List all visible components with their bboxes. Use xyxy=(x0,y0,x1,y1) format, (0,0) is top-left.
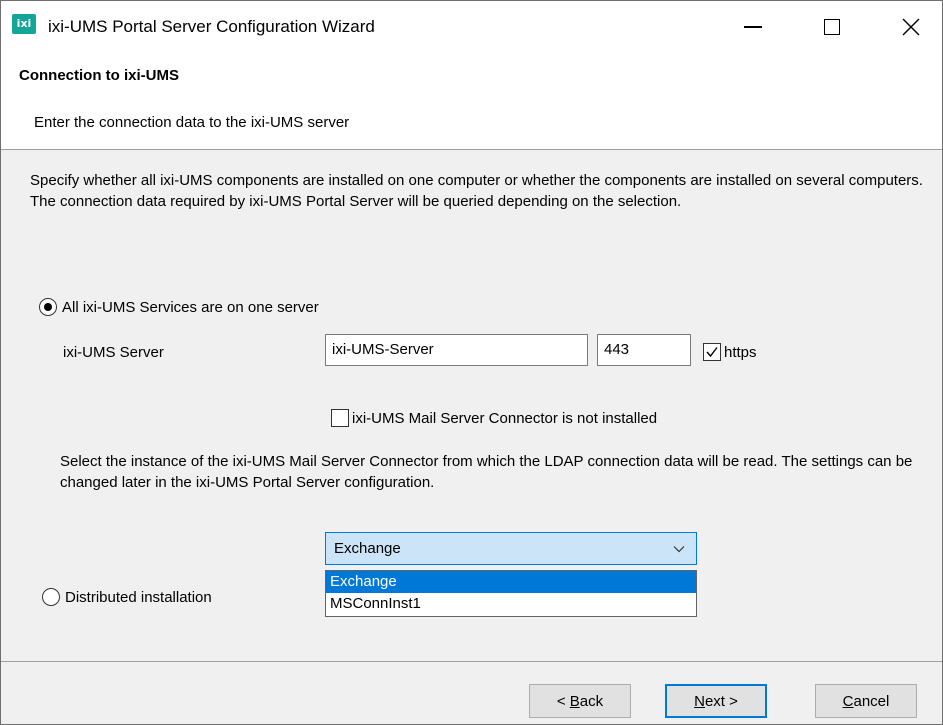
chevron-down-icon xyxy=(673,546,685,553)
radio-all-label: All ixi-UMS Services are on one server xyxy=(62,298,319,316)
back-prefix: < xyxy=(556,692,570,710)
dropdown-option-exchange[interactable]: Exchange xyxy=(326,571,696,593)
back-accel: B xyxy=(569,692,580,710)
next-button[interactable]: Next > xyxy=(665,684,767,718)
dropdown-option-msconninst1[interactable]: MSConnInst1 xyxy=(326,593,696,615)
back-rest: ack xyxy=(579,692,604,710)
select-instance-text: Select the instance of the ixi-UMS Mail … xyxy=(60,453,913,491)
close-button[interactable] xyxy=(881,1,941,53)
wizard-window: ixi ixi-UMS Portal Server Configuration … xyxy=(0,0,943,725)
cancel-accel: C xyxy=(842,692,854,710)
back-button[interactable]: < Back xyxy=(529,684,631,718)
wizard-header: Connection to ixi-UMS Enter the connecti… xyxy=(1,53,942,150)
minimize-icon xyxy=(744,26,762,28)
server-label: ixi-UMS Server xyxy=(63,344,164,361)
mail-connector-not-installed-label: ixi-UMS Mail Server Connector is not ins… xyxy=(352,409,658,427)
radio-distributed-installation[interactable]: Distributed installation xyxy=(42,588,212,606)
app-icon: ixi xyxy=(12,14,36,34)
page-title: Connection to ixi-UMS xyxy=(19,67,179,84)
checkbox-unchecked-icon[interactable] xyxy=(331,409,349,427)
next-rest: ext > xyxy=(704,692,738,710)
radio-unselected-icon[interactable] xyxy=(42,588,60,606)
close-icon xyxy=(902,18,920,36)
wizard-content: Specify whether all ixi-UMS components a… xyxy=(1,151,942,661)
checkmark-icon xyxy=(706,347,718,358)
radio-distributed-label: Distributed installation xyxy=(65,588,212,606)
radio-selected-icon[interactable] xyxy=(39,298,57,316)
title-bar[interactable]: ixi ixi-UMS Portal Server Configuration … xyxy=(1,1,942,53)
instance-combobox[interactable]: Exchange xyxy=(325,532,697,565)
https-checkbox[interactable]: https xyxy=(703,343,757,361)
footer-divider xyxy=(1,661,942,662)
checkbox-checked-icon[interactable] xyxy=(703,343,721,361)
server-port-input[interactable]: 443 xyxy=(597,334,691,366)
window-title: ixi-UMS Portal Server Configuration Wiza… xyxy=(48,17,375,36)
minimize-button[interactable] xyxy=(723,1,783,53)
maximize-button[interactable] xyxy=(802,1,862,53)
radio-dot xyxy=(44,303,52,311)
mail-connector-not-installed-checkbox[interactable]: ixi-UMS Mail Server Connector is not ins… xyxy=(331,409,657,427)
instance-dropdown-list[interactable]: Exchange MSConnInst1 xyxy=(325,570,697,617)
intro-text: Specify whether all ixi-UMS components a… xyxy=(30,172,923,210)
cancel-button[interactable]: Cancel xyxy=(815,684,917,718)
cancel-rest: ancel xyxy=(853,692,890,710)
combobox-value: Exchange xyxy=(334,540,401,557)
https-label: https xyxy=(724,343,757,361)
radio-all-on-one-server[interactable]: All ixi-UMS Services are on one server xyxy=(39,298,319,316)
server-name-input[interactable]: ixi-UMS-Server xyxy=(325,334,588,366)
next-accel: N xyxy=(694,692,705,710)
maximize-icon xyxy=(824,19,840,35)
page-subtitle: Enter the connection data to the ixi-UMS… xyxy=(34,114,350,131)
